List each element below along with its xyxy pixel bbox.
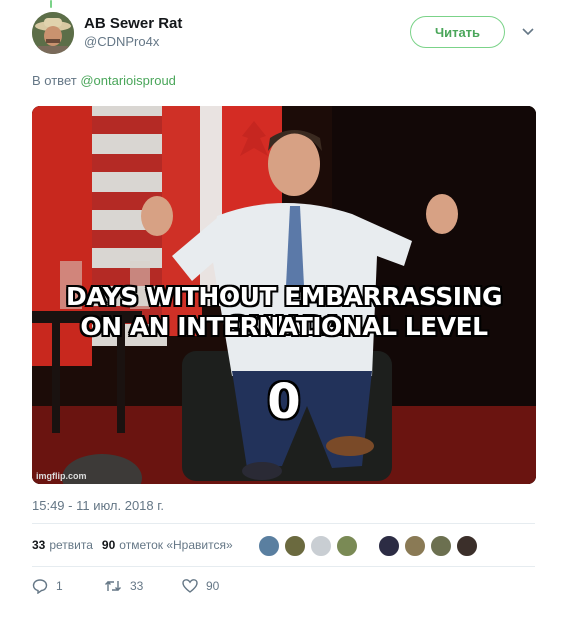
heart-icon — [182, 579, 198, 593]
liker-avatar-4[interactable] — [336, 535, 358, 557]
author-handle[interactable]: @CDNPro4x — [84, 34, 182, 49]
tweet-media-image[interactable]: DAYS WITHOUT EMBARRASSING CANADA ON AN I… — [32, 106, 536, 484]
liker-avatar-7[interactable] — [430, 535, 452, 557]
like-action[interactable]: 90 — [182, 578, 219, 594]
reply-prefix: В ответ — [32, 73, 77, 88]
chevron-down-icon[interactable] — [521, 24, 535, 38]
reply-mention-link[interactable]: @ontarioisproud — [80, 73, 176, 88]
imgflip-watermark: imgflip.com — [36, 471, 87, 481]
liker-avatar-3[interactable] — [310, 535, 332, 557]
retweet-icon — [105, 581, 121, 591]
meme-counter-value: 0 — [267, 374, 301, 430]
liker-avatars — [258, 535, 482, 557]
author-display-name[interactable]: AB Sewer Rat — [84, 15, 182, 32]
likes-stat[interactable]: 90 отметок «Нравится» — [102, 538, 233, 552]
liker-avatar-6[interactable] — [404, 535, 426, 557]
author-avatar[interactable] — [32, 12, 74, 54]
retweets-label: ретвита — [49, 538, 93, 552]
tweet-timestamp[interactable]: 15:49 - 11 июл. 2018 г. — [32, 498, 164, 513]
thread-connector — [50, 0, 52, 8]
liker-avatar-5[interactable] — [378, 535, 400, 557]
tweet-header: AB Sewer Rat @CDNPro4x Читать — [32, 12, 542, 56]
divider-bottom — [32, 566, 535, 567]
tweet-actions: 1 33 90 — [32, 578, 219, 594]
tweet-stats: 33 ретвита 90 отметок «Нравится» — [32, 538, 233, 552]
avatar-image — [32, 12, 74, 54]
retweet-action[interactable]: 33 — [104, 578, 182, 594]
divider-top — [32, 523, 535, 524]
retweets-stat[interactable]: 33 ретвита — [32, 538, 93, 552]
reply-context: В ответ @ontarioisproud — [32, 73, 176, 88]
like-count: 90 — [206, 579, 220, 593]
meme-caption-line-2: ON AN INTERNATIONAL LEVEL — [80, 312, 488, 341]
likes-label: отметок «Нравится» — [119, 538, 233, 552]
likes-count: 90 — [101, 538, 116, 552]
author-names: AB Sewer Rat @CDNPro4x — [84, 15, 182, 49]
reply-action[interactable]: 1 — [32, 578, 104, 594]
liker-avatar-2[interactable] — [284, 535, 306, 557]
retweets-count: 33 — [32, 538, 46, 552]
retweet-count: 33 — [130, 579, 144, 593]
follow-button[interactable]: Читать — [410, 16, 505, 48]
liker-avatar-8[interactable] — [456, 535, 478, 557]
liker-avatar-1[interactable] — [258, 535, 280, 557]
reply-count: 1 — [56, 579, 63, 593]
reply-icon — [32, 579, 48, 594]
